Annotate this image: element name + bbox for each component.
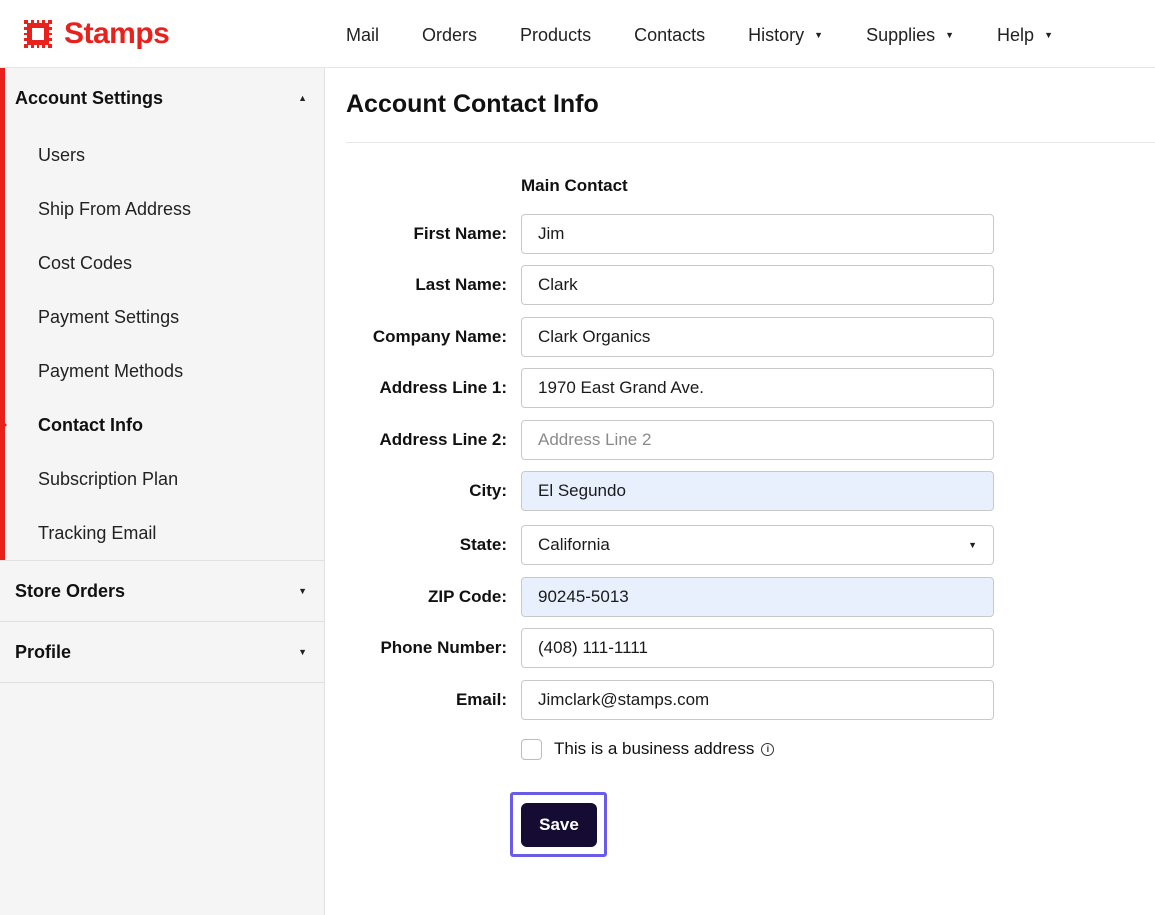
sidebar-item-users[interactable]: Users (5, 128, 324, 182)
phone-number-field[interactable] (521, 628, 994, 668)
company-name-field[interactable] (521, 317, 994, 357)
sidebar-header-store-orders[interactable]: Store Orders ▼ (0, 561, 324, 621)
nav-contacts-label: Contacts (634, 24, 706, 45)
nav-help[interactable]: Help ▼ (997, 25, 1053, 46)
sidebar-item-tracking-email[interactable]: Tracking Email (5, 506, 324, 560)
nav-mail[interactable]: Mail (346, 25, 379, 46)
main-nav: Mail Orders Products Contacts History ▼ S… (346, 22, 1096, 48)
contact-info-panel: Account Contact Info Main Contact First … (325, 68, 1155, 915)
city-label: City: (469, 481, 507, 500)
form-row-phone: Phone Number: (325, 628, 1155, 668)
form-row-first-name: First Name: (325, 214, 1155, 254)
sidebar-header-label: Store Orders (15, 580, 126, 601)
sidebar-item-cost-codes[interactable]: Cost Codes (5, 236, 324, 290)
chevron-down-icon: ▼ (298, 586, 307, 596)
address-line-2-field[interactable] (521, 420, 994, 460)
form-row-zip: ZIP Code: (325, 577, 1155, 617)
nav-supplies[interactable]: Supplies ▼ (866, 25, 954, 46)
chevron-down-icon: ▼ (814, 30, 824, 40)
last-name-label: Last Name: (415, 275, 507, 294)
save-button[interactable]: Save (521, 803, 597, 847)
form-row-company: Company Name: (325, 317, 1155, 357)
stamp-logo-icon (24, 20, 52, 48)
sidebar-item-payment-settings[interactable]: Payment Settings (5, 290, 324, 344)
sidebar-item-label: Cost Codes (38, 252, 133, 273)
state-select[interactable]: California ▼ (521, 525, 994, 565)
sidebar-item-contact-info[interactable]: Contact Info (0, 398, 324, 452)
nav-history-label: History (748, 24, 805, 45)
sidebar-header-profile[interactable]: Profile ▼ (0, 622, 324, 682)
state-label: State: (459, 535, 507, 554)
address-line-1-field[interactable] (521, 368, 994, 408)
chevron-down-icon: ▼ (945, 30, 955, 40)
form-row-email: Email: (325, 680, 1155, 720)
sidebar-item-ship-from-address[interactable]: Ship From Address (5, 182, 324, 236)
sidebar-item-label: Tracking Email (38, 522, 157, 543)
last-name-field[interactable] (521, 265, 994, 305)
form-row-city: City: (325, 471, 1155, 511)
nav-products[interactable]: Products (520, 25, 591, 46)
email-field[interactable] (521, 680, 994, 720)
sidebar-header-label: Profile (15, 641, 72, 662)
sidebar-item-label: Contact Info (38, 414, 143, 435)
chevron-up-icon: ▲ (298, 93, 307, 103)
sidebar-divider (0, 682, 324, 683)
sidebar-item-label: Payment Settings (38, 306, 180, 327)
info-icon[interactable]: i (761, 742, 775, 756)
sidebar-item-label: Payment Methods (38, 360, 184, 381)
zip-code-field[interactable] (521, 577, 994, 617)
nav-products-label: Products (520, 24, 592, 45)
address-line-1-label: Address Line 1: (379, 378, 507, 397)
nav-history[interactable]: History ▼ (748, 25, 823, 46)
chevron-down-icon: ▼ (298, 647, 307, 657)
first-name-field[interactable] (521, 214, 994, 254)
brand-name: Stamps (64, 17, 170, 50)
sidebar-item-label: Subscription Plan (38, 468, 179, 489)
title-divider (346, 142, 1155, 143)
email-label: Email: (455, 690, 507, 709)
nav-help-label: Help (997, 24, 1035, 45)
section-heading: Main Contact (521, 176, 628, 195)
nav-mail-label: Mail (346, 24, 380, 45)
sidebar-item-subscription-plan[interactable]: Subscription Plan (5, 452, 324, 506)
stamps-logo[interactable]: Stamps (22, 17, 170, 50)
address-line-2-label: Address Line 2: (379, 430, 507, 449)
settings-sidebar: Account Settings ▲ Users Ship From Addre… (0, 68, 325, 915)
nav-supplies-label: Supplies (866, 24, 936, 45)
zip-code-label: ZIP Code: (427, 587, 507, 606)
nav-orders-label: Orders (422, 24, 478, 45)
form-row-last-name: Last Name: (325, 265, 1155, 305)
business-address-option: This is a business address i (521, 738, 775, 760)
nav-orders[interactable]: Orders (422, 25, 477, 46)
sidebar-group-account-settings: Account Settings ▲ Users Ship From Addre… (0, 68, 324, 560)
chevron-down-icon: ▼ (968, 540, 977, 550)
page-title: Account Contact Info (346, 90, 599, 118)
form-row-address2: Address Line 2: (325, 420, 1155, 460)
sidebar-header-account-settings[interactable]: Account Settings ▲ (5, 68, 324, 128)
top-navigation-bar: Stamps Mail Orders Products Contacts His… (0, 0, 1155, 68)
form-row-address1: Address Line 1: (325, 368, 1155, 408)
city-field[interactable] (521, 471, 994, 511)
company-name-label: Company Name: (372, 327, 507, 346)
chevron-down-icon: ▼ (1044, 30, 1053, 40)
phone-number-label: Phone Number: (380, 638, 507, 657)
business-address-label: This is a business address (554, 739, 755, 758)
sidebar-header-label: Account Settings (15, 87, 164, 108)
state-select-value: California (538, 535, 610, 554)
nav-contacts[interactable]: Contacts (634, 25, 705, 46)
first-name-label: First Name: (413, 224, 507, 243)
business-address-checkbox[interactable] (521, 738, 542, 760)
sidebar-item-label: Ship From Address (38, 198, 192, 219)
sidebar-item-label: Users (38, 144, 86, 165)
form-row-state: State: California ▼ (325, 525, 1155, 565)
sidebar-item-payment-methods[interactable]: Payment Methods (5, 344, 324, 398)
